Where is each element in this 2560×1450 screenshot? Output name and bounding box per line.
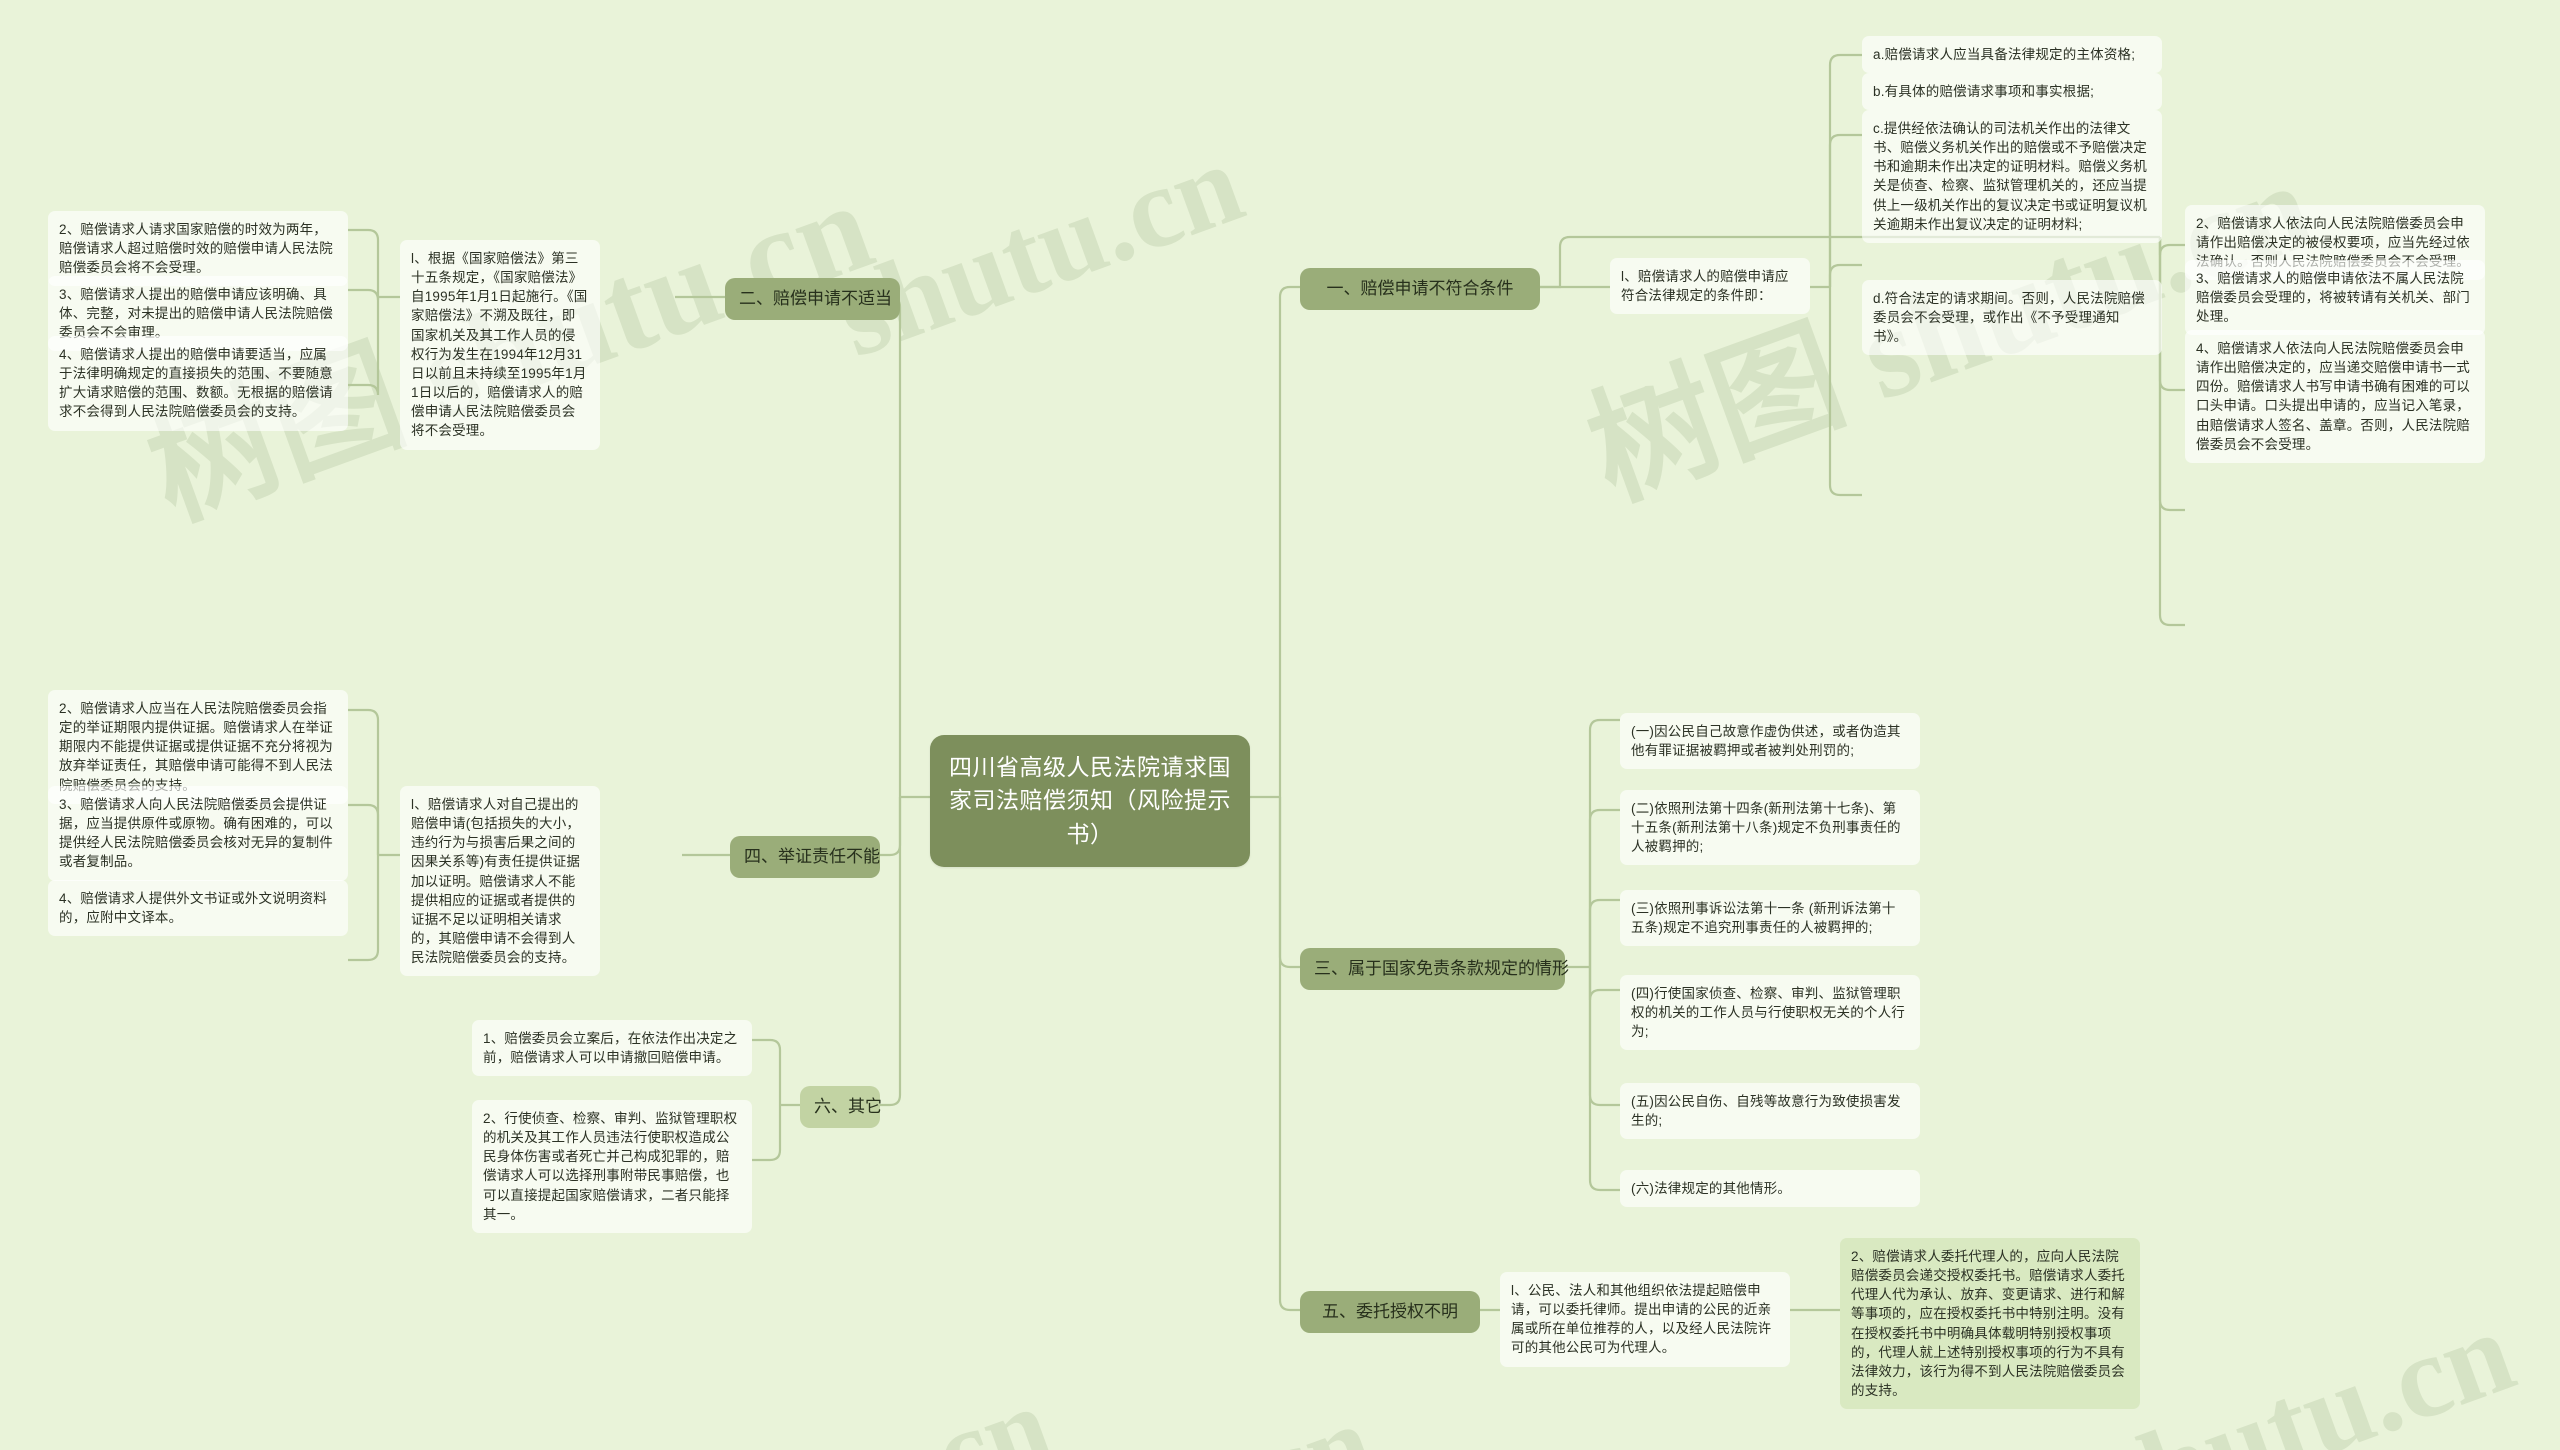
watermark: shutu.cn (640, 1361, 1067, 1450)
branch-label-6: 六、其它 (814, 1097, 882, 1116)
branch-node-6[interactable]: 六、其它 (800, 1086, 882, 1129)
branch-6-item-2-label: 2、行使侦查、检察、审判、监狱管理职权的机关及其工作人员违法行使职权造成公民身体… (483, 1111, 738, 1222)
branch-3-item-3-label: (三)依照刑事诉讼法第十一条 (新刑诉法第十五条)规定不追究刑事责任的人被羁押的… (1631, 901, 1896, 936)
branch-node-1[interactable]: 一、赔偿申请不符合条件 (1300, 268, 1540, 311)
branch-4-item-3-label: 3、赔偿请求人向人民法院赔偿委员会提供证据，应当提供原件或原物。确有困难的，可以… (59, 797, 333, 870)
branch-1-lead-label: l、赔偿请求人的赔偿申请应符合法律规定的条件即： (1621, 269, 1789, 304)
condition-a-label: a.赔偿请求人应当具备法律规定的主体资格; (1873, 47, 2136, 62)
branch-node-4[interactable]: 四、举证责任不能 (730, 836, 880, 879)
branch-5-lead[interactable]: l、公民、法人和其他组织依法提起赔偿申请，可以委托律师。提出申请的公民的近亲属或… (1500, 1272, 1790, 1367)
branch-label-5: 五、委托授权不明 (1322, 1302, 1458, 1321)
branch-3-item-4-label: (四)行使国家侦查、检察、审判、监狱管理职权的机关的工作人员与行使职权无关的个人… (1631, 986, 1905, 1040)
branch-3-item-1-label: (一)因公民自己故意作虚伪供述，或者伪造其他有罪证据被羁押或者被判处刑罚的; (1631, 724, 1901, 759)
condition-c-label: c.提供经依法确认的司法机关作出的法律文书、赔偿义务机关作出的赔偿或不予赔偿决定… (1873, 121, 2147, 232)
branch-6-item-1[interactable]: 1、赔偿委员会立案后，在依法作出决定之前，赔偿请求人可以申请撤回赔偿申请。 (472, 1020, 752, 1077)
branch-label-2: 二、赔偿申请不适当 (739, 289, 892, 308)
mindmap-canvas: 树图 shutu.cn shutu.cn 树图 shutu.cn shutu.c… (0, 0, 2560, 1450)
branch-node-5[interactable]: 五、委托授权不明 (1300, 1291, 1480, 1334)
watermark: shutu.cn (2080, 1284, 2530, 1450)
branch-node-3[interactable]: 三、属于国家免责条款规定的情形 (1300, 948, 1569, 991)
branch-4-item-2-label: 2、赔偿请求人应当在人民法院赔偿委员会指定的举证期限内提供证据。赔偿请求人在举证… (59, 701, 333, 793)
branch-5-lead-label: l、公民、法人和其他组织依法提起赔偿申请，可以委托律师。提出申请的公民的近亲属或… (1511, 1283, 1772, 1356)
branch-3-item-5[interactable]: (五)因公民自伤、自残等故意行为致使损害发生的; (1620, 1083, 1920, 1140)
branch-3-item-5-label: (五)因公民自伤、自残等故意行为致使损害发生的; (1631, 1094, 1901, 1129)
root-node[interactable]: 四川省高级人民法院请求国家司法赔偿须知（风险提示书） (930, 735, 1250, 868)
branch-1-item-3-label: 3、赔偿请求人的赔偿申请依法不属人民法院赔偿委员会受理的，将被转请有关机关、部门… (2196, 271, 2470, 325)
branch-label-1: 一、赔偿申请不符合条件 (1326, 279, 1514, 298)
watermark: tu.cn (1120, 1378, 1389, 1450)
condition-d-label: d.符合法定的请求期间。否则，人民法院赔偿委员会不会受理，或作出《不予受理通知书… (1873, 291, 2145, 345)
branch-3-item-4[interactable]: (四)行使国家侦查、检察、审判、监狱管理职权的机关的工作人员与行使职权无关的个人… (1620, 975, 1920, 1051)
branch-label-4: 四、举证责任不能 (744, 847, 880, 866)
branch-label-3: 三、属于国家免责条款规定的情形 (1314, 959, 1569, 978)
branch-1-item-4-label: 4、赔偿请求人依法向人民法院赔偿委员会申请作出赔偿决定的，应当递交赔偿申请书一式… (2196, 341, 2470, 452)
branch-3-item-1[interactable]: (一)因公民自己故意作虚伪供述，或者伪造其他有罪证据被羁押或者被判处刑罚的; (1620, 713, 1920, 770)
connector-lines (348, 53, 2185, 1312)
watermark: shutu.cn (820, 118, 1258, 382)
root-label: 四川省高级人民法院请求国家司法赔偿须知（风险提示书） (949, 754, 1231, 847)
branch-3-item-2[interactable]: (二)依照刑法第十四条(新刑法第十七条)、第十五条(新刑法第十八条)规定不负刑事… (1620, 790, 1920, 866)
branch-4-item-4[interactable]: 4、赔偿请求人提供外文书证或外文说明资料的，应附中文译本。 (48, 880, 348, 937)
branch-5-item-2[interactable]: 2、赔偿请求人委托代理人的，应向人民法院赔偿委员会递交授权委托书。赔偿请求人委托… (1840, 1238, 2140, 1410)
branch-3-item-3[interactable]: (三)依照刑事诉讼法第十一条 (新刑诉法第十五条)规定不追究刑事责任的人被羁押的… (1620, 890, 1920, 947)
branch-2-item-4-label: 4、赔偿请求人提出的赔偿申请要适当，应属于法律明确规定的直接损失的范围、不要随意… (59, 347, 333, 420)
branch-1-item-4[interactable]: 4、赔偿请求人依法向人民法院赔偿委员会申请作出赔偿决定的，应当递交赔偿申请书一式… (2185, 330, 2485, 463)
branch-3-item-6-label: (六)法律规定的其他情形。 (1631, 1181, 1792, 1196)
branch-3-item-2-label: (二)依照刑法第十四条(新刑法第十七条)、第十五条(新刑法第十八条)规定不负刑事… (1631, 801, 1901, 855)
branch-4-item-3[interactable]: 3、赔偿请求人向人民法院赔偿委员会提供证据，应当提供原件或原物。确有困难的，可以… (48, 786, 348, 881)
branch-6-item-1-label: 1、赔偿委员会立案后，在依法作出决定之前，赔偿请求人可以申请撤回赔偿申请。 (483, 1031, 738, 1066)
branch-4-lead[interactable]: l、赔偿请求人对自己提出的赔偿申请(包括损失的大小，违约行为与损害后果之间的因果… (400, 786, 600, 977)
branch-1-condition-d[interactable]: d.符合法定的请求期间。否则，人民法院赔偿委员会不会受理，或作出《不予受理通知书… (1862, 280, 2162, 356)
branch-2-item-4[interactable]: 4、赔偿请求人提出的赔偿申请要适当，应属于法律明确规定的直接损失的范围、不要随意… (48, 336, 348, 431)
branch-1-condition-c[interactable]: c.提供经依法确认的司法机关作出的法律文书、赔偿义务机关作出的赔偿或不予赔偿决定… (1862, 110, 2162, 243)
branch-2-item-2-label: 2、赔偿请求人请求国家赔偿的时效为两年，赔偿请求人超过赔偿时效的赔偿申请人民法院… (59, 222, 333, 276)
branch-2-lead-label: l、根据《国家赔偿法》第三十五条规定，《国家赔偿法》自1995年1月1日起施行。… (411, 251, 588, 439)
branch-1-condition-b[interactable]: b.有具体的赔偿请求事项和事实根据; (1862, 73, 2162, 111)
branch-4-item-4-label: 4、赔偿请求人提供外文书证或外文说明资料的，应附中文译本。 (59, 891, 328, 926)
branch-3-item-6[interactable]: (六)法律规定的其他情形。 (1620, 1170, 1920, 1208)
branch-1-item-3[interactable]: 3、赔偿请求人的赔偿申请依法不属人民法院赔偿委员会受理的，将被转请有关机关、部门… (2185, 260, 2485, 336)
branch-node-2[interactable]: 二、赔偿申请不适当 (725, 278, 900, 321)
branch-5-item-2-label: 2、赔偿请求人委托代理人的，应向人民法院赔偿委员会递交授权委托书。赔偿请求人委托… (1851, 1249, 2125, 1399)
condition-b-label: b.有具体的赔偿请求事项和事实根据; (1873, 84, 2095, 99)
branch-4-lead-label: l、赔偿请求人对自己提出的赔偿申请(包括损失的大小，违约行为与损害后果之间的因果… (411, 797, 581, 966)
branch-2-lead[interactable]: l、根据《国家赔偿法》第三十五条规定，《国家赔偿法》自1995年1月1日起施行。… (400, 240, 600, 450)
branch-6-item-2[interactable]: 2、行使侦查、检察、审判、监狱管理职权的机关及其工作人员违法行使职权造成公民身体… (472, 1100, 752, 1233)
branch-1-lead[interactable]: l、赔偿请求人的赔偿申请应符合法律规定的条件即： (1610, 258, 1810, 315)
branch-2-item-3-label: 3、赔偿请求人提出的赔偿申请应该明确、具体、完整，对未提出的赔偿申请人民法院赔偿… (59, 287, 333, 341)
branch-1-condition-a[interactable]: a.赔偿请求人应当具备法律规定的主体资格; (1862, 36, 2162, 74)
